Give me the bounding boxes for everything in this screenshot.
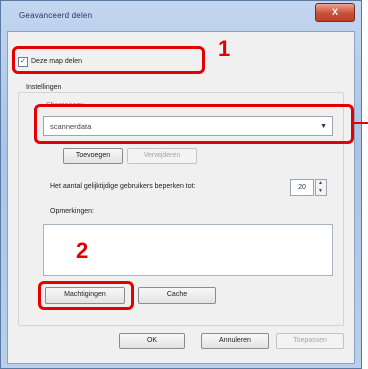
- add-button[interactable]: Toevoegen: [63, 148, 123, 164]
- remove-button[interactable]: Verwijderen: [127, 148, 197, 164]
- ok-button[interactable]: OK: [119, 333, 185, 349]
- share-name-highlight: [34, 104, 354, 144]
- window-title: Geavanceerd delen: [19, 11, 93, 20]
- comments-label: Opmerkingen:: [50, 208, 94, 215]
- step1-number: 1: [218, 36, 231, 61]
- close-button[interactable]: X: [315, 3, 355, 22]
- user-limit-stepper[interactable]: [315, 179, 327, 196]
- step2-highlight: [38, 281, 134, 310]
- caching-button[interactable]: Cache: [138, 287, 216, 304]
- step1-highlight: [12, 46, 205, 74]
- apply-button[interactable]: Toepassen: [276, 333, 344, 349]
- user-limit-input[interactable]: 20: [290, 179, 314, 196]
- step2-number: 2: [76, 238, 89, 263]
- user-limit-label: Het aantal gelijktijdige gebruikers bepe…: [50, 183, 196, 190]
- cancel-button[interactable]: Annuleren: [201, 333, 269, 349]
- callout-line: [354, 122, 368, 124]
- title-bar: Geavanceerd delen X: [1, 1, 361, 31]
- settings-group-label: Instellingen: [24, 84, 64, 91]
